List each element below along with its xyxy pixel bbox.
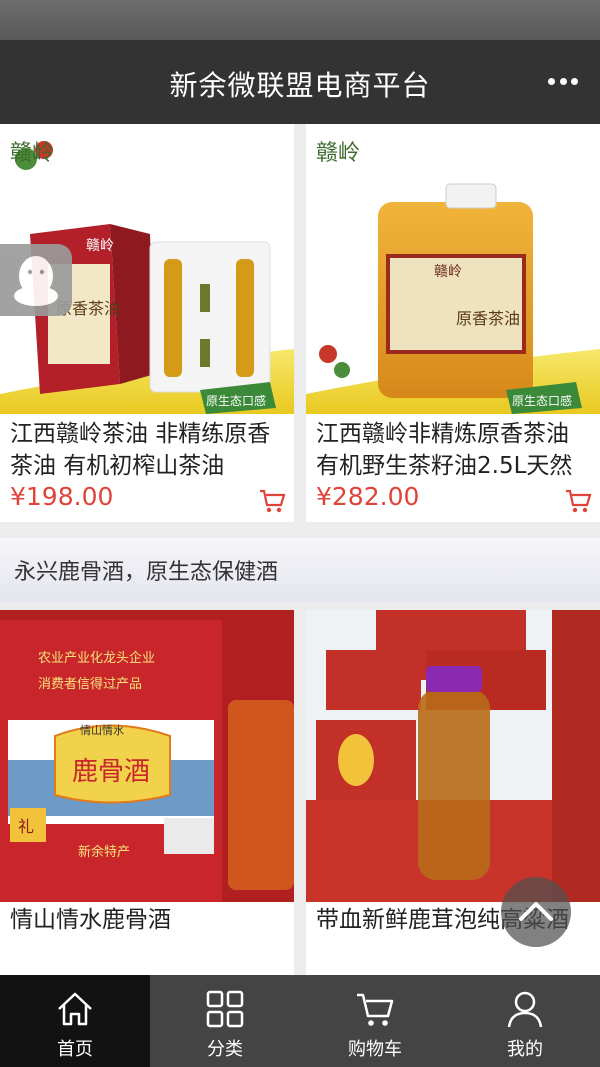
tab-category[interactable]: 分类 [150, 975, 300, 1067]
cart-icon[interactable] [564, 488, 592, 514]
user-icon [507, 991, 543, 1028]
page-title: 新余微联盟电商平台 [169, 69, 431, 102]
box-slogan: 消费者信得过产品 [38, 676, 142, 692]
section-title: 永兴鹿骨酒，原生态保健酒 [14, 560, 279, 585]
box-footer: 新余特产 [78, 844, 130, 860]
box-title: 鹿骨酒 [72, 757, 150, 787]
product-name[interactable]: 江西赣岭非精炼原香茶油 有机野生茶籽油2.5L天然 [316, 418, 592, 482]
product-name[interactable]: 情山情水鹿骨酒 [10, 904, 286, 936]
more-dots-icon[interactable] [548, 76, 578, 86]
box-brand-text: 赣岭 [86, 238, 114, 254]
bottle-brand-text: 赣岭 [434, 264, 462, 280]
header-bar: 新余微联盟电商平台 [0, 40, 600, 124]
product-card[interactable]: 农业产业化龙头企业 消费者信得过产品 情山情水 鹿骨酒 礼 新余特产 情山情水鹿… [0, 610, 294, 975]
product-price: ¥282.00 [316, 482, 420, 511]
product-name[interactable]: 江西赣岭茶油 非精练原香茶油 有机初榨山茶油 [10, 418, 286, 482]
tab-profile[interactable]: 我的 [450, 975, 600, 1067]
cart-icon [357, 993, 394, 1026]
cart-icon[interactable] [258, 488, 286, 514]
tab-cart[interactable]: 购物车 [300, 975, 450, 1067]
tab-label: 购物车 [348, 1039, 402, 1060]
product-image: 农业产业化龙头企业 消费者信得过产品 情山情水 鹿骨酒 礼 新余特产 [0, 610, 294, 902]
bottom-tab-bar: 首页 分类 购物车 我的 [0, 975, 600, 1067]
image-badge: 原生态口感 [512, 393, 572, 408]
tab-label: 分类 [207, 1039, 243, 1060]
status-bar [0, 0, 600, 40]
product-image: 赣岭 赣岭 原香茶油 原生态口感 [306, 124, 600, 414]
tab-label: 我的 [507, 1039, 543, 1060]
qq-penguin-icon [14, 256, 58, 306]
tab-home[interactable]: 首页 [0, 975, 150, 1067]
bottle-tag-text: 原香茶油 [456, 309, 520, 328]
product-price: ¥198.00 [10, 482, 114, 511]
image-badge: 原生态口感 [206, 393, 266, 408]
section-header[interactable]: 永兴鹿骨酒，原生态保健酒 [0, 538, 600, 602]
home-icon [58, 992, 92, 1026]
grid-icon [206, 990, 244, 1028]
qq-float-button[interactable] [0, 244, 72, 316]
product-image [306, 610, 600, 902]
product-card[interactable]: 赣岭 赣岭 原香茶油 原生态口感 江西赣岭非精炼原香茶油 有机野生茶籽油2.5L… [306, 124, 600, 522]
brand-overlay: 赣岭 [316, 141, 360, 166]
chevron-up-icon [519, 902, 553, 921]
box-brand: 情山情水 [80, 724, 124, 737]
back-to-top-button[interactable] [501, 877, 571, 947]
brand-overlay: 赣岭 [10, 141, 54, 166]
product-card[interactable]: 赣岭 赣岭 原香茶油 原生态口感 江西赣岭茶油 非精练原香茶油 有机初榨山茶油 … [0, 124, 294, 522]
box-slogan: 农业产业化龙头企业 [38, 650, 155, 666]
box-gift: 礼 [18, 817, 34, 836]
tab-label: 首页 [57, 1039, 93, 1060]
